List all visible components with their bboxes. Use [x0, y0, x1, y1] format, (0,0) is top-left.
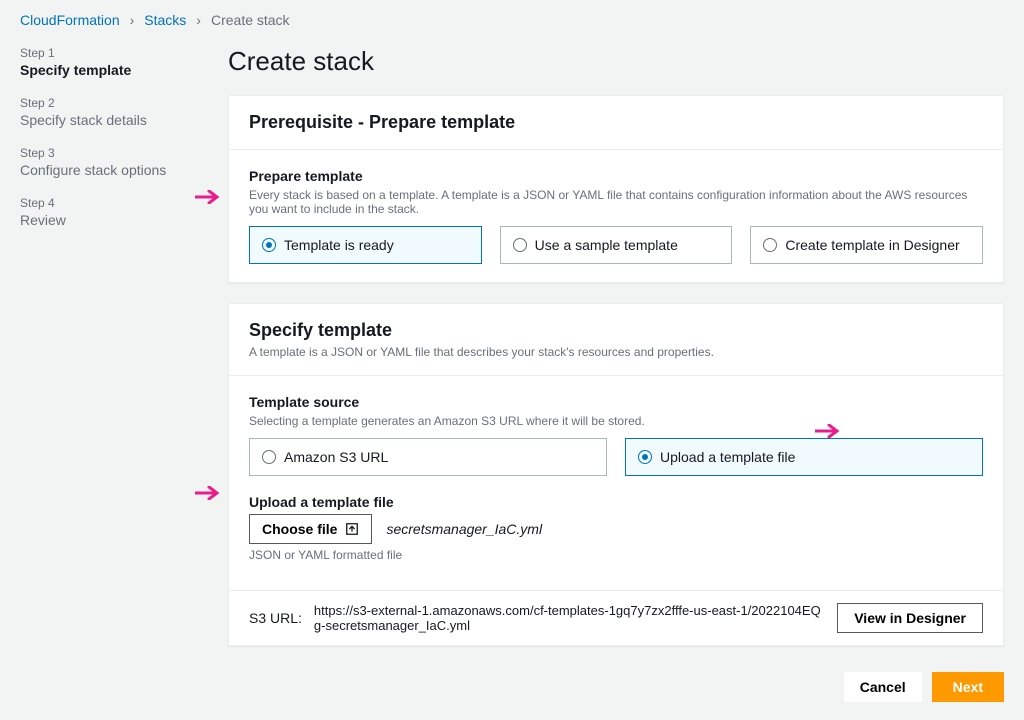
cancel-button[interactable]: Cancel: [844, 672, 922, 702]
section-title: Prepare template: [249, 168, 983, 184]
step-1: Step 1 Specify template: [20, 46, 200, 78]
panel-title: Specify template: [249, 320, 983, 341]
step-2: Step 2 Specify stack details: [20, 96, 200, 128]
panel-subtitle: A template is a JSON or YAML file that d…: [249, 345, 983, 359]
view-in-designer-button[interactable]: View in Designer: [837, 603, 983, 633]
s3-url-value: https://s3-external-1.amazonaws.com/cf-t…: [314, 603, 825, 633]
breadcrumbs: CloudFormation › Stacks › Create stack: [0, 0, 1024, 36]
chevron-right-icon: ›: [196, 12, 201, 28]
specify-template-panel: Specify template A template is a JSON or…: [228, 303, 1004, 646]
section-title: Template source: [249, 394, 983, 410]
option-upload-file[interactable]: Upload a template file: [625, 438, 983, 476]
breadcrumb-cloudformation[interactable]: CloudFormation: [20, 12, 120, 28]
breadcrumb-current: Create stack: [211, 12, 290, 28]
annotation-arrow-icon: [195, 486, 225, 500]
step-3: Step 3 Configure stack options: [20, 146, 200, 178]
hint-text: Selecting a template generates an Amazon…: [249, 414, 983, 428]
prerequisite-panel: Prerequisite - Prepare template Prepare …: [228, 95, 1004, 283]
option-sample-template[interactable]: Use a sample template: [500, 226, 733, 264]
chevron-right-icon: ›: [130, 12, 135, 28]
breadcrumb-stacks[interactable]: Stacks: [144, 12, 186, 28]
panel-title: Prerequisite - Prepare template: [249, 112, 983, 133]
choose-file-button[interactable]: Choose file: [249, 514, 372, 544]
radio-icon: [262, 238, 276, 252]
radio-icon: [763, 238, 777, 252]
hint-text: Every stack is based on a template. A te…: [249, 188, 983, 216]
next-button[interactable]: Next: [932, 672, 1004, 702]
upload-title: Upload a template file: [249, 494, 983, 510]
radio-icon: [513, 238, 527, 252]
page-title: Create stack: [228, 46, 1004, 77]
wizard-actions: Cancel Next: [228, 666, 1004, 720]
annotation-arrow-icon: [815, 424, 845, 438]
option-create-designer[interactable]: Create template in Designer: [750, 226, 983, 264]
wizard-steps: Step 1 Specify template Step 2 Specify s…: [20, 46, 200, 720]
radio-icon: [638, 450, 652, 464]
file-hint: JSON or YAML formatted file: [249, 548, 983, 562]
s3-url-label: S3 URL:: [249, 610, 302, 626]
option-template-ready[interactable]: Template is ready: [249, 226, 482, 264]
filename: secretsmanager_IaC.yml: [386, 521, 542, 537]
upload-icon: [345, 522, 359, 536]
option-s3-url[interactable]: Amazon S3 URL: [249, 438, 607, 476]
radio-icon: [262, 450, 276, 464]
step-4: Step 4 Review: [20, 196, 200, 228]
annotation-arrow-icon: [195, 190, 225, 204]
